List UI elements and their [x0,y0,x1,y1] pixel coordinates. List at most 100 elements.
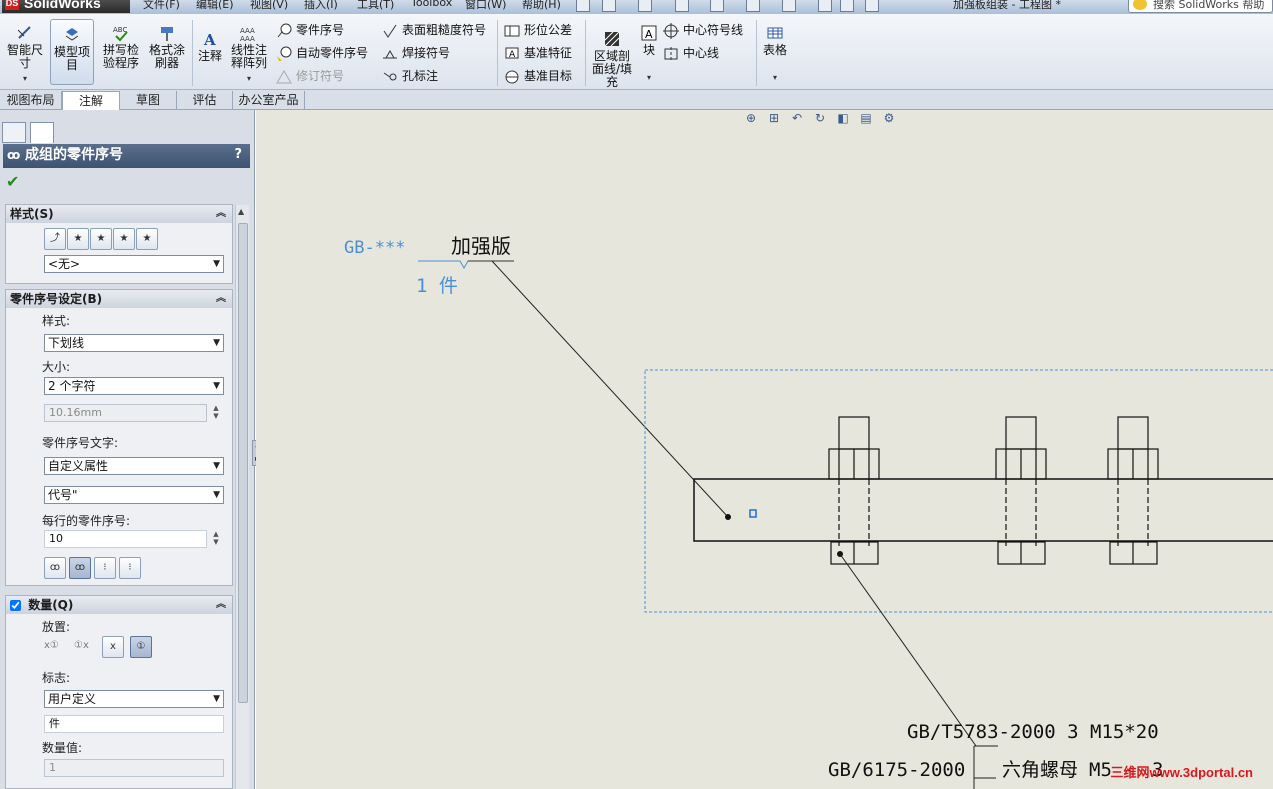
model-items-button[interactable]: 模型项目 [50,19,94,85]
solidworks-logo[interactable]: DS SolidWorks [2,0,130,13]
nut-spec-text[interactable]: M5 [1089,759,1112,781]
help-search-input[interactable]: 搜索 SolidWorks 帮助 [1128,0,1273,13]
property-manager-tab[interactable] [30,122,54,143]
note-button[interactable]: A 注释 [196,30,224,63]
datum-feature-button[interactable]: A 基准特征 [504,44,572,62]
denotation-text-field[interactable]: 件 [44,715,224,733]
nut-name-text[interactable]: 六角螺母 [1002,759,1078,781]
rebuild-icon[interactable] [818,0,832,12]
load-style-star-icon[interactable]: ★ [136,228,158,250]
quantity-group-header[interactable]: 数量(Q) ︽ [6,596,232,614]
help-button[interactable]: ? [234,144,242,166]
collapse-icon[interactable]: ︽ [216,205,226,223]
datum-target-button[interactable]: 基准目标 [504,67,572,85]
stack-horizontal-selected-icon[interactable]: ꝏ [69,557,91,579]
options-icon[interactable] [865,0,879,12]
centerline-button[interactable]: 中心线 [663,44,719,62]
area-hatch-button[interactable]: 区域剖面线/填充 [591,30,633,89]
block-icon: A [641,25,657,41]
placement-top-icon[interactable]: x [102,636,124,658]
geometric-tolerance-button[interactable]: 形位公差 [504,21,572,39]
balloon-size-select[interactable]: 2 个字符 ▼ [44,377,224,395]
new-document-icon[interactable] [602,0,616,12]
revision-symbol-icon [276,69,292,83]
placement-right-icon[interactable]: ①x [74,640,89,651]
nut-standard-text[interactable]: GB/6175-2000 [828,759,965,781]
menu-tools[interactable]: 工具(T) [357,0,394,12]
tab-sketch[interactable]: 草图 [120,91,177,110]
collapse-icon[interactable]: ︽ [216,596,226,614]
style-select[interactable]: <无> ▼ [44,255,224,273]
menu-insert[interactable]: 插入(I) [304,0,338,12]
smart-dimension-button[interactable]: 智能尺寸 ▾ [4,24,46,85]
menu-help[interactable]: 帮助(H) [522,0,561,12]
linear-note-pattern-button[interactable]: AAA AAA 线性注释阵列 ▾ [229,24,269,85]
open-folder-icon[interactable] [638,0,652,12]
hole-callout-button[interactable]: 孔标注 [382,67,438,85]
panel-scrollbar[interactable]: ▲ [235,205,249,789]
ok-check-icon[interactable]: ✔ [6,172,19,191]
tab-office-products[interactable]: 办公室产品 [233,91,305,110]
surface-finish-button[interactable]: 表面粗糙度符号 [382,21,486,39]
bolt-2[interactable] [995,416,1047,565]
scroll-up-icon[interactable]: ▲ [238,207,244,216]
collapse-icon[interactable]: ︽ [216,290,226,308]
per-line-spinner[interactable]: ▲ ▼ [210,530,222,548]
balloon-text-select[interactable]: 自定义属性 ▼ [44,457,224,475]
delete-style-star-icon[interactable]: ★ [90,228,112,250]
balloon-button[interactable]: 零件序号 [276,21,344,39]
save-style-star-icon[interactable]: ★ [113,228,135,250]
menu-window[interactable]: 窗口(W) [465,0,506,12]
balloon-code-text[interactable]: GB-*** [344,238,405,258]
print-icon[interactable] [710,0,724,12]
denotation-select[interactable]: 用户定义 ▼ [44,690,224,708]
pin-icon[interactable] [576,0,590,12]
table-button[interactable]: 表格 ▾ [760,24,790,84]
balloon-size-mm-field[interactable]: 10.16mm [44,404,207,422]
add-style-star-icon[interactable]: ★ [67,228,89,250]
drawing-canvas[interactable]: ⊕ ⊞ ↶ ↻ ◧ ▤ ⚙ GB-*** 加强版 1 件 GB/T5783-20… [256,110,1273,789]
tab-evaluate[interactable]: 评估 [177,91,233,110]
placement-left-icon[interactable]: x① [44,640,59,651]
file-properties-icon[interactable] [840,0,854,12]
block-button[interactable]: A 块 ▾ [638,24,660,84]
undo-icon[interactable] [746,0,760,12]
revision-symbol-button[interactable]: 修订符号 [276,67,344,85]
balloon-settings-header[interactable]: 零件序号设定(B) ︽ [6,290,232,308]
select-cursor-icon[interactable] [782,0,796,12]
apply-style-icon[interactable]: ⤴ [44,228,66,250]
custom-property-select[interactable]: 代号" ▼ [44,486,224,504]
feature-manager-tab[interactable] [2,122,26,143]
tab-view-layout[interactable]: 视图布局 [0,91,62,110]
format-painter-button[interactable]: 格式涂刷器 [146,24,188,70]
weld-symbol-button[interactable]: 焊接符号 [382,44,450,62]
placement-bottom-icon[interactable]: ① [130,636,152,658]
balloon-text-label: 零件序号文字: [42,436,119,450]
stack-horizontal-icon[interactable]: ꝏ [44,557,66,579]
balloon-name-text[interactable]: 加强版 [451,234,511,258]
bolt-callout-text[interactable]: GB/T5783-2000 3 M15*20 [907,721,1159,743]
save-icon[interactable] [675,0,689,12]
menu-toolbox[interactable]: Toolbox [411,0,452,9]
tab-annotation[interactable]: 注解 [62,91,120,111]
bolt-3[interactable] [1107,416,1159,565]
style-group-header[interactable]: 样式(S) ︽ [6,205,232,223]
center-mark-button[interactable]: 中心符号线 [663,21,743,39]
bolt-1[interactable] [828,416,880,565]
spell-check-button[interactable]: ABC 拼写检验程序 [100,24,142,70]
menu-view[interactable]: 视图(V) [250,0,288,12]
menu-file[interactable]: 文件(F) [143,0,180,12]
quantity-value-field[interactable]: 1 [44,759,224,777]
scrollbar-thumb[interactable] [238,223,248,703]
balloon-quantity-text[interactable]: 1 件 [416,275,458,297]
ds-logo-icon: DS [5,0,19,10]
chevron-down-icon: ▾ [772,73,777,82]
menu-edit[interactable]: 编辑(E) [196,0,234,12]
auto-balloon-button[interactable]: 自动零件序号 [276,44,368,62]
balloons-per-line-field[interactable]: 10 [44,530,207,548]
stack-vertical-down-icon[interactable]: ⁝ [94,557,116,579]
stack-vertical-up-icon[interactable]: ⁝ [119,557,141,579]
quantity-checkbox[interactable] [10,600,21,611]
size-spinner[interactable]: ▲ ▼ [210,404,222,422]
balloon-style-select[interactable]: 下划线 ▼ [44,334,224,352]
